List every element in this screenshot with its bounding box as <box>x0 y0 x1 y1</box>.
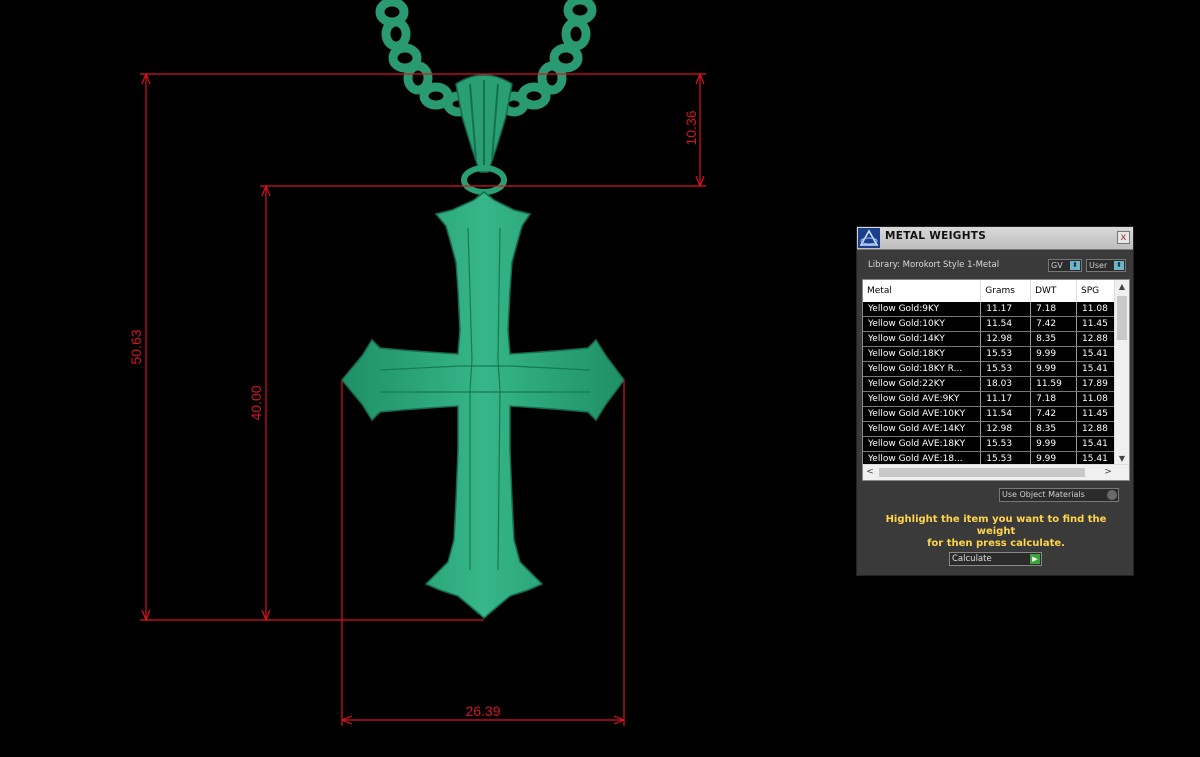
table-cell: 9.99 <box>1030 346 1078 362</box>
calculate-label: Calculate <box>952 554 992 564</box>
table-cell: 15.53 <box>980 436 1032 452</box>
use-object-materials-select[interactable]: Use Object Materials <box>999 488 1119 502</box>
table-cell: Yellow Gold AVE:10KY <box>863 406 982 422</box>
table-cell: 17.89 <box>1076 376 1116 392</box>
close-button[interactable]: x <box>1117 231 1130 244</box>
metal-weights-panel: METAL WEIGHTS x Library: Morokort Style … <box>856 226 1134 576</box>
scroll-left-icon[interactable]: < <box>863 465 877 480</box>
table-cell: 12.88 <box>1076 421 1116 437</box>
table-row[interactable]: Yellow Gold:9KY 11.17 7.18 11.08 <box>863 302 1116 317</box>
table-cell: 7.18 <box>1030 302 1078 317</box>
table-cell: Yellow Gold:18KY R... <box>863 361 982 377</box>
table-cell: Yellow Gold:22KY <box>863 376 982 392</box>
play-icon[interactable]: ▶ <box>1030 554 1040 564</box>
pendant-bail <box>455 74 513 195</box>
app-logo-icon <box>858 228 880 248</box>
table-cell: 12.98 <box>980 331 1032 347</box>
panel-titlebar[interactable]: METAL WEIGHTS x <box>857 227 1133 250</box>
table-cell: 11.45 <box>1076 406 1116 422</box>
horizontal-scroll-thumb[interactable] <box>879 468 1085 477</box>
table-row[interactable]: Yellow Gold:14KY 12.98 8.35 12.88 <box>863 331 1116 347</box>
dim-total-height: 50.63 <box>128 329 144 364</box>
table-row[interactable]: Yellow Gold:22KY 18.03 11.59 17.89 <box>863 376 1116 392</box>
dim-width: 26.39 <box>465 703 500 719</box>
radio-indicator-icon[interactable] <box>1107 490 1117 500</box>
scroll-right-icon[interactable]: > <box>1101 465 1115 480</box>
library-label: Library: Morokort Style 1-Metal <box>868 260 1000 270</box>
table-cell: 12.98 <box>980 421 1032 437</box>
table-cell: 11.08 <box>1076 302 1116 317</box>
hint-text: Highlight the item you want to find the … <box>867 514 1125 550</box>
table-cell: 9.99 <box>1030 436 1078 452</box>
table-cell: Yellow Gold AVE:18KY <box>863 436 982 452</box>
table-cell: 11.08 <box>1076 391 1116 407</box>
table-cell: 7.18 <box>1030 391 1078 407</box>
table-cell: 15.41 <box>1076 436 1116 452</box>
user-dropdown-icon[interactable]: ⬍ <box>1114 261 1124 270</box>
table-cell: Yellow Gold:18KY <box>863 346 982 362</box>
table-cell: 9.99 <box>1030 361 1078 377</box>
scroll-up-icon[interactable]: ▲ <box>1115 280 1129 294</box>
table-cell: 8.35 <box>1030 331 1078 347</box>
table-header-row: Metal Grams DWT SPG <box>863 280 1116 302</box>
table-cell: Yellow Gold:9KY <box>863 302 982 317</box>
table-cell: Yellow Gold:10KY <box>863 316 982 332</box>
gv-dropdown-icon[interactable]: ⬍ <box>1070 261 1080 270</box>
cross-pendant <box>341 191 625 619</box>
table-cell: 11.54 <box>980 316 1032 332</box>
user-select-value: User <box>1089 261 1108 270</box>
metal-weights-table[interactable]: Metal Grams DWT SPG Yellow Gold:9KY 11.17… <box>862 279 1130 481</box>
table-row[interactable]: Yellow Gold AVE:18KY 15.53 9.99 15.41 <box>863 436 1116 452</box>
horizontal-scrollbar[interactable]: < > <box>863 464 1129 480</box>
table-cell: 15.41 <box>1076 346 1116 362</box>
table-cell: 15.41 <box>1076 361 1116 377</box>
panel-title: METAL WEIGHTS <box>885 230 987 242</box>
dim-body-height: 40.00 <box>248 385 264 420</box>
vertical-scroll-thumb[interactable] <box>1117 296 1127 340</box>
table-cell: Yellow Gold AVE:14KY <box>863 421 982 437</box>
table-row[interactable]: Yellow Gold:10KY 11.54 7.42 11.45 <box>863 316 1116 332</box>
table-cell: 15.53 <box>980 346 1032 362</box>
table-cell: 11.17 <box>980 391 1032 407</box>
table-row[interactable]: Yellow Gold AVE:10KY 11.54 7.42 11.45 <box>863 406 1116 422</box>
table-row[interactable]: Yellow Gold AVE:14KY 12.98 8.35 12.88 <box>863 421 1116 437</box>
table-cell: 7.42 <box>1030 316 1078 332</box>
table-row[interactable]: Yellow Gold AVE:9KY 11.17 7.18 11.08 <box>863 391 1116 407</box>
table-row[interactable]: Yellow Gold:18KY 15.53 9.99 15.41 <box>863 346 1116 362</box>
table-cell: 15.53 <box>980 361 1032 377</box>
table-cell: 11.59 <box>1030 376 1078 392</box>
column-header-metal[interactable]: Metal <box>863 280 982 302</box>
vertical-scrollbar[interactable]: ▲ ▼ <box>1114 280 1129 466</box>
table-cell: 11.17 <box>980 302 1032 317</box>
user-select[interactable]: User ⬍ <box>1086 259 1126 272</box>
table-cell: Yellow Gold:14KY <box>863 331 982 347</box>
use-object-materials-label: Use Object Materials <box>1002 490 1085 499</box>
table-cell: 8.35 <box>1030 421 1078 437</box>
dim-bail-height: 10.36 <box>683 110 699 145</box>
table-cell: 11.54 <box>980 406 1032 422</box>
calculate-button[interactable]: Calculate ▶ <box>949 552 1042 566</box>
gv-select-value: GV <box>1051 261 1063 270</box>
hint-line-2: for then press calculate. <box>927 538 1065 549</box>
table-cell: Yellow Gold AVE:9KY <box>863 391 982 407</box>
gv-select[interactable]: GV ⬍ <box>1048 259 1082 272</box>
table-cell: 7.42 <box>1030 406 1078 422</box>
table-cell: 18.03 <box>980 376 1032 392</box>
table-cell: 12.88 <box>1076 331 1116 347</box>
column-header-spg[interactable]: SPG <box>1076 280 1116 302</box>
column-header-grams[interactable]: Grams <box>980 280 1032 302</box>
hint-line-1: Highlight the item you want to find the … <box>885 514 1107 537</box>
table-cell: 11.45 <box>1076 316 1116 332</box>
column-header-dwt[interactable]: DWT <box>1030 280 1078 302</box>
table-row[interactable]: Yellow Gold:18KY R... 15.53 9.99 15.41 <box>863 361 1116 377</box>
